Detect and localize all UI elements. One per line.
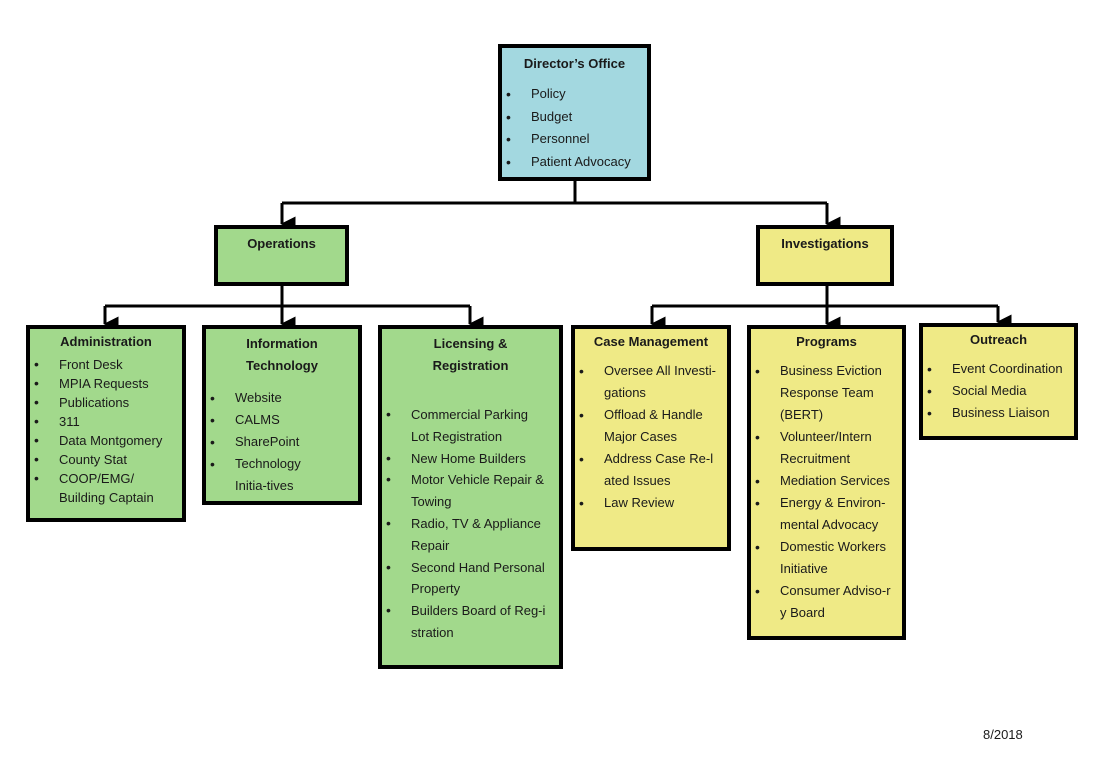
case-management-title: Case Management <box>593 334 709 349</box>
information-technology-box: Information Technology Website CALMS Sha… <box>202 325 362 505</box>
licensing-registration-title: Licensing & Registration <box>432 336 509 373</box>
list-item: Business Eviction Response Team (BERT) <box>751 360 885 426</box>
list-item: COOP/EMG/ Building Captain <box>30 469 169 507</box>
list-item: Mediation Services <box>751 470 902 492</box>
list-item: Radio, TV & Appliance Repair <box>382 513 551 557</box>
list-item: County Stat <box>30 450 182 469</box>
list-item: Energy & Environ-mental Advocacy <box>751 492 890 536</box>
list-item: Event Coordination <box>923 358 1074 380</box>
list-item: Personnel <box>502 128 647 151</box>
revision-date: 8/2018 <box>983 727 1023 742</box>
outreach-box: Outreach Event Coordination Social Media… <box>919 323 1078 440</box>
list-item: Address Case Re-lated Issues <box>575 448 716 492</box>
list-item: Budget <box>502 106 647 129</box>
outreach-list: Event Coordination Social Media Business… <box>923 358 1074 424</box>
list-item: MPIA Requests <box>30 374 182 393</box>
programs-title: Programs <box>796 334 857 349</box>
directors-office-list: Policy Budget Personnel Patient Advocacy <box>502 83 647 173</box>
administration-list: Front Desk MPIA Requests Publications 31… <box>30 355 182 507</box>
operations-title: Operations <box>247 236 316 251</box>
list-item: CALMS <box>206 409 358 431</box>
programs-list: Business Eviction Response Team (BERT) V… <box>751 360 902 624</box>
administration-box: Administration Front Desk MPIA Requests … <box>26 325 186 522</box>
investigations-title: Investigations <box>781 236 869 251</box>
list-item: Data Montgomery <box>30 431 182 450</box>
list-item: Website <box>206 387 358 409</box>
list-item: Law Review <box>575 492 727 514</box>
operations-box: Operations <box>214 225 349 286</box>
directors-office-box: Director’s Office Policy Budget Personne… <box>498 44 651 181</box>
list-item: Business Liaison <box>923 402 1074 424</box>
list-item: Consumer Adviso-ry Board <box>751 580 892 624</box>
list-item: Volunteer/Intern Recruitment <box>751 426 885 470</box>
list-item: Builders Board of Reg-istration <box>382 600 551 644</box>
licensing-registration-list: Commercial Parking Lot Registration New … <box>382 404 559 644</box>
list-item: 311 <box>30 412 182 431</box>
list-item: New Home Builders <box>382 448 559 470</box>
list-item: Social Media <box>923 380 1074 402</box>
investigations-box: Investigations <box>756 225 894 286</box>
information-technology-title: Information Technology <box>246 336 318 373</box>
list-item: Offload & Handle Major Cases <box>575 404 716 448</box>
list-item: Technology Initia-tives <box>206 453 335 497</box>
list-item: Policy <box>502 83 647 106</box>
outreach-title: Outreach <box>969 332 1028 347</box>
list-item: Patient Advocacy <box>502 151 647 174</box>
list-item: Second Hand Personal Property <box>382 557 551 601</box>
information-technology-list: Website CALMS SharePoint Technology Init… <box>206 387 358 497</box>
list-item: SharePoint <box>206 431 358 453</box>
list-item: Domestic Workers Initiative <box>751 536 895 580</box>
list-item: Front Desk <box>30 355 182 374</box>
programs-box: Programs Business Eviction Response Team… <box>747 325 906 640</box>
list-item: Oversee All Investi-gations <box>575 360 716 404</box>
list-item: Motor Vehicle Repair & Towing <box>382 469 551 513</box>
case-management-box: Case Management Oversee All Investi-gati… <box>571 325 731 551</box>
directors-office-title: Director’s Office <box>523 56 626 71</box>
licensing-registration-box: Licensing & Registration Commercial Park… <box>378 325 563 669</box>
list-item: Commercial Parking Lot Registration <box>382 404 531 448</box>
list-item: Publications <box>30 393 182 412</box>
administration-title: Administration <box>60 334 152 349</box>
case-management-list: Oversee All Investi-gations Offload & Ha… <box>575 360 727 514</box>
